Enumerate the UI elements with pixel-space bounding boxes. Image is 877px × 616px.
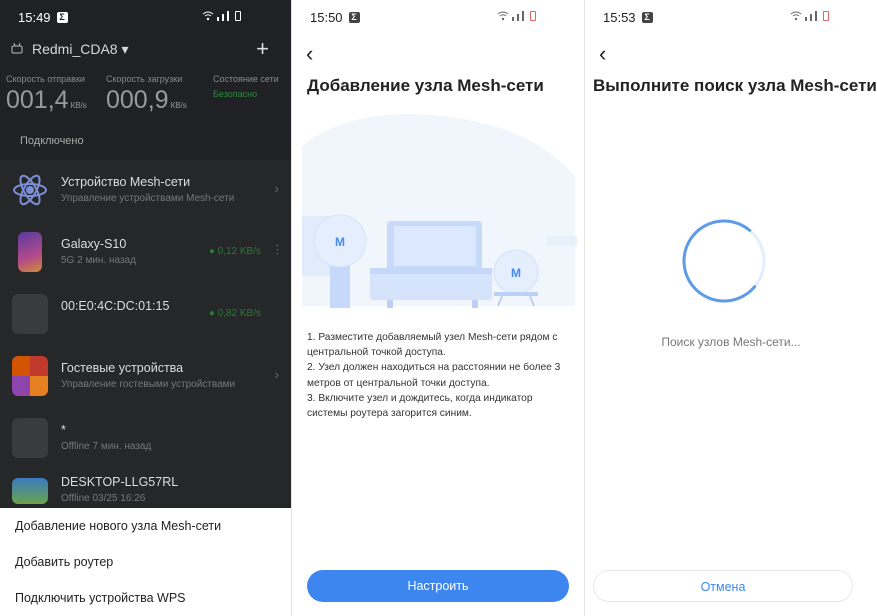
cancel-button[interactable]: Отмена: [593, 570, 853, 602]
svg-text:M: M: [511, 266, 521, 280]
router-icon: [11, 42, 23, 54]
stat-value: 000,9 КB/s: [106, 86, 187, 115]
list-item[interactable]: 00:E0:4C:DC:01:15 ● 0,82 KB/s: [0, 284, 291, 346]
status-icons: [790, 11, 829, 21]
add-mesh-node-screen: 15:50 Σ ‹ Добавление узла Mesh-сети M M …: [292, 0, 585, 616]
device-sub: Управление гостевыми устройствами: [61, 379, 236, 390]
device-sub: Offline 7 мин. назад: [61, 441, 152, 452]
list-item[interactable]: Гостевые устройства Управление гостевыми…: [0, 346, 291, 408]
back-arrow-icon[interactable]: ‹: [599, 43, 615, 65]
search-mesh-node-screen: 15:53 Σ ‹ Выполните поиск узла Mesh-сети…: [585, 0, 877, 616]
loading-spinner-icon: [682, 219, 766, 303]
add-mesh-node-item[interactable]: Добавление нового узла Mesh-сети: [0, 508, 291, 544]
laptop-icon: [12, 478, 48, 504]
battery-icon: [235, 11, 241, 21]
device-icon: [12, 294, 48, 334]
device-list: Устройство Mesh-сети Управление устройст…: [0, 160, 291, 508]
searching-text: Поиск узлов Mesh-сети...: [661, 335, 801, 349]
battery-icon: [530, 11, 536, 21]
status-safe: Безопасно: [213, 89, 258, 99]
signal-strength-icon: ⫶: [275, 242, 280, 258]
connect-wps-item[interactable]: Подключить устройства WPS: [0, 580, 291, 616]
action-sheet: Добавление нового узла Mesh-сети Добавит…: [0, 508, 291, 616]
stat-unit: КB/s: [70, 101, 87, 110]
stat-number: 000,9: [106, 86, 169, 114]
device-title: Устройство Mesh-сети: [61, 175, 191, 189]
sigma-icon: Σ: [56, 11, 68, 23]
signal-bar: [810, 14, 812, 21]
wifi-icon: [202, 11, 214, 21]
wifi-icon: [497, 11, 509, 21]
phone-icon: [18, 232, 42, 272]
device-sub: Offline 03/25 16:26: [61, 493, 146, 504]
device-title: Galaxy-S10: [61, 237, 127, 251]
status-bar: 15:53 Σ: [585, 0, 877, 34]
list-item[interactable]: Galaxy-S10 5G 2 мин. назад ● 0,12 KB/s ⫶: [0, 222, 291, 284]
add-router-item[interactable]: Добавить роутер: [0, 544, 291, 580]
stat-value: 001,4 КB/s: [6, 86, 87, 115]
signal-bar: [222, 14, 224, 21]
stat-label: Состояние сети: [213, 74, 279, 84]
stat-label: Скорость загрузки: [106, 74, 183, 84]
signal-bar: [815, 11, 817, 21]
signal-bar: [517, 14, 519, 21]
stat-number: 001,4: [6, 86, 69, 114]
page-title: Выполните поиск узла Mesh-сети,: [593, 76, 877, 95]
status-time: 15:49: [18, 9, 51, 25]
signal-bar: [227, 11, 229, 21]
instructions: 1. Разместите добавляемый узел Mesh-сети…: [307, 330, 572, 421]
step-2: 2. Узел должен находиться на расстоянии …: [307, 362, 561, 389]
router-home-screen: 15:49 Σ Redmi_CDA8 ▾ + Скорость отправки…: [0, 0, 292, 616]
connected-label: Подключено: [20, 135, 84, 147]
device-title: Гостевые устройства: [61, 361, 184, 375]
mesh-atom-icon: [12, 170, 48, 210]
chevron-right-icon: ›: [274, 180, 279, 196]
status-bar: 15:49 Σ: [0, 0, 291, 34]
setup-button[interactable]: Настроить: [307, 570, 569, 602]
plus-icon[interactable]: +: [256, 36, 269, 62]
signal-bar: [522, 11, 524, 21]
device-title: *: [61, 423, 66, 437]
svg-text:M: M: [335, 235, 345, 249]
back-arrow-icon[interactable]: ‹: [306, 43, 322, 65]
signal-icon: [805, 17, 807, 21]
page-title: Добавление узла Mesh-сети: [307, 76, 544, 95]
list-item[interactable]: Устройство Mesh-сети Управление устройст…: [0, 160, 291, 222]
status-bar: 15:50 Σ: [292, 0, 584, 34]
router-name: Redmi_CDA8 ▾: [32, 40, 129, 57]
stats-panel: Скорость отправки 001,4 КB/s Скорость заг…: [6, 74, 291, 114]
step-3: 3. Включите узел и дождитесь, когда инди…: [307, 392, 533, 420]
device-icon: [12, 418, 48, 458]
stat-label: Скорость отправки: [6, 74, 85, 84]
stat-unit: КB/s: [170, 101, 187, 110]
wifi-icon: [790, 11, 802, 21]
router-selector[interactable]: Redmi_CDA8 ▾ +: [10, 36, 277, 62]
status-time: 15:53: [603, 9, 636, 25]
battery-icon: [823, 11, 829, 21]
status-time: 15:50: [310, 9, 343, 25]
status-icons: [497, 11, 536, 21]
chevron-right-icon: ›: [274, 366, 279, 382]
upload-stat: Скорость отправки 001,4 КB/s: [6, 74, 87, 115]
device-title: 00:E0:4C:DC:01:15: [61, 299, 170, 313]
sigma-icon: Σ: [348, 11, 360, 23]
device-sub: 5G 2 мин. назад: [61, 255, 136, 266]
signal-icon: [217, 17, 219, 21]
signal-icon: [512, 17, 514, 21]
device-sub: Управление устройствами Mesh-сети: [61, 193, 235, 204]
download-stat: Скорость загрузки 000,9 КB/s: [106, 74, 187, 115]
step-1: 1. Разместите добавляемый узел Mesh-сети…: [307, 332, 558, 359]
device-speed: ● 0,12 KB/s: [208, 246, 261, 257]
device-speed: ● 0,82 KB/s: [208, 308, 261, 319]
guest-devices-icon: [12, 356, 48, 396]
screens-collage: 15:49 Σ Redmi_CDA8 ▾ + Скорость отправки…: [0, 0, 877, 616]
device-title: DESKTOP-LLG57RL: [61, 475, 179, 489]
status-icons: [202, 11, 241, 21]
sigma-icon: Σ: [641, 11, 653, 23]
mesh-illustration: M M: [302, 114, 577, 308]
network-status-stat: Состояние сети Безопасно: [213, 74, 279, 99]
